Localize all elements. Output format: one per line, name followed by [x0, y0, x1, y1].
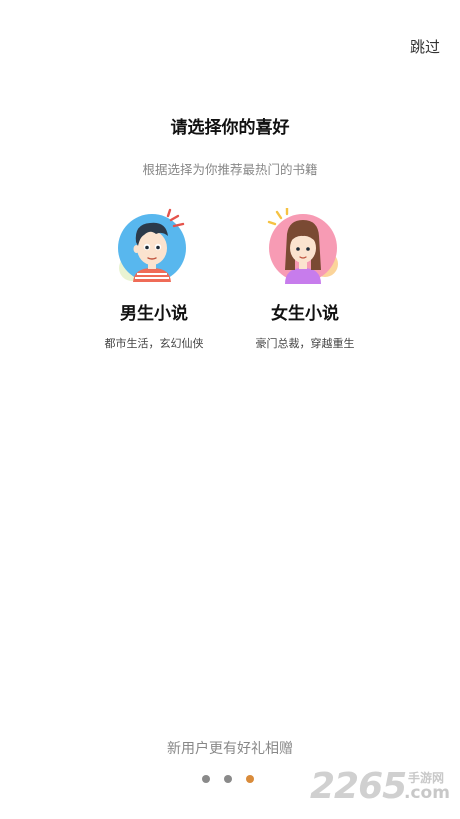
girl-avatar-icon — [267, 208, 338, 284]
male-novel-title: 男生小说 — [120, 304, 188, 324]
watermark-number: 2265 — [310, 766, 407, 807]
boy-avatar-icon — [118, 208, 186, 282]
female-novel-desc: 豪门总裁，穿越重生 — [255, 337, 355, 350]
watermark-logo: 2265 手游网 .com — [310, 766, 456, 810]
watermark-domain: .com — [404, 783, 450, 803]
page-indicator — [202, 775, 254, 783]
page-title: 请选择你的喜好 — [170, 118, 290, 138]
page-dot-2 — [224, 775, 232, 783]
male-novel-option[interactable]: 男生小说 都市生活，玄幻仙侠 — [79, 208, 229, 351]
new-user-promo-text: 新用户更有好礼相赠 — [167, 741, 293, 757]
male-novel-desc: 都市生活，玄幻仙侠 — [104, 337, 204, 350]
page-dot-3-active — [246, 775, 254, 783]
skip-button[interactable]: 跳过 — [410, 36, 440, 57]
page-dot-1 — [202, 775, 210, 783]
female-novel-option[interactable]: 女生小说 豪门总裁，穿越重生 — [230, 208, 380, 351]
page-subtitle: 根据选择为你推荐最热门的书籍 — [142, 162, 318, 177]
female-novel-title: 女生小说 — [271, 304, 339, 324]
